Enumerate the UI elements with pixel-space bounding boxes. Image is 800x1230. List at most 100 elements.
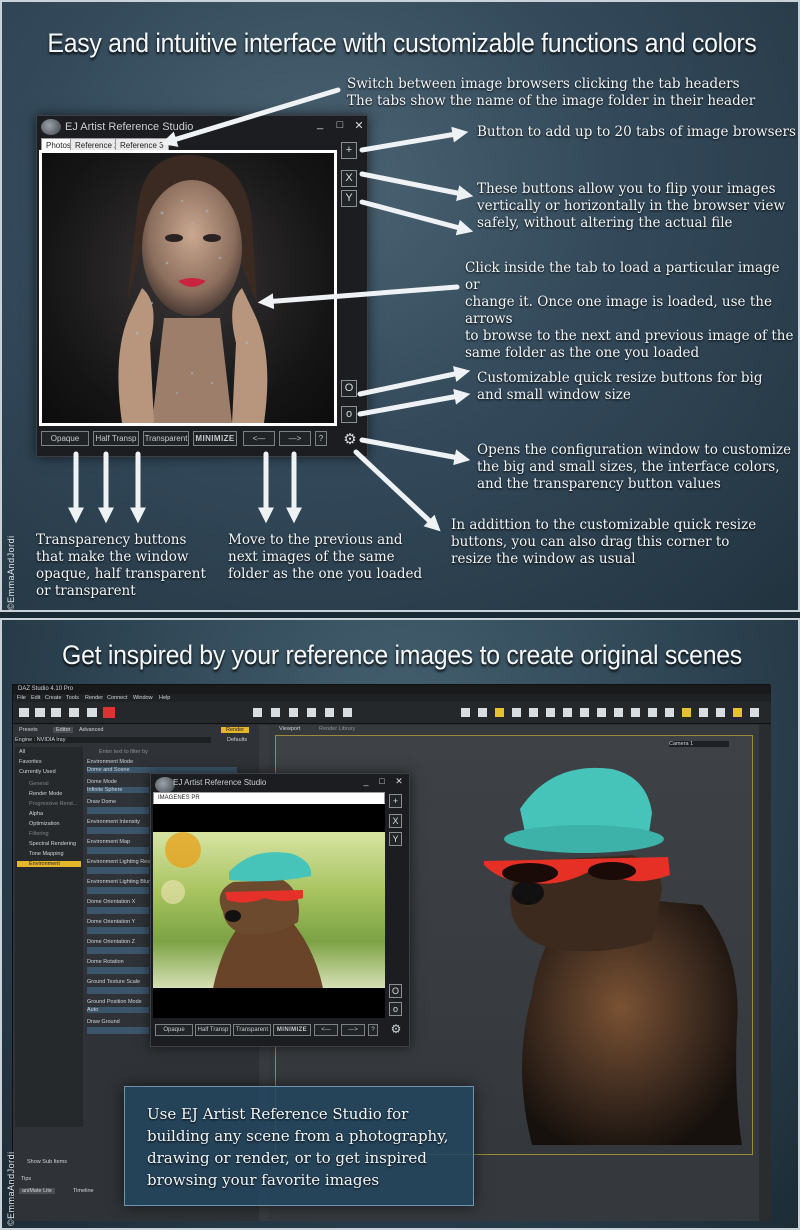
param-draw-ground: Draw Ground bbox=[87, 1019, 120, 1025]
category-optimization[interactable]: Optimization bbox=[29, 821, 60, 827]
tab-presets[interactable]: Presets bbox=[19, 727, 38, 733]
ej-window-overlay[interactable]: EJ Artist Reference Studio _ □ ✕ IMAGENE… bbox=[150, 773, 410, 1047]
env-intensity-slider[interactable] bbox=[87, 827, 149, 834]
category-environment[interactable]: Environment bbox=[17, 861, 81, 867]
previous-image-button-2[interactable]: <— bbox=[314, 1024, 338, 1036]
image-view-2[interactable] bbox=[153, 804, 385, 1018]
filter-input[interactable]: Enter text to filter by bbox=[99, 749, 249, 755]
flip-vertical-button-2[interactable]: X bbox=[389, 814, 402, 828]
menu-render[interactable]: Render bbox=[85, 695, 103, 701]
param-dome-orient-x: Dome Orientation X bbox=[87, 899, 136, 905]
tips-tab[interactable]: Tips bbox=[21, 1176, 31, 1182]
opaque-button-2[interactable]: Opaque bbox=[155, 1024, 193, 1036]
maximize-icon-2[interactable]: □ bbox=[375, 776, 389, 786]
daz-titlebar bbox=[13, 685, 771, 694]
render-button[interactable]: Render bbox=[221, 727, 250, 733]
param-dome-mode: Dome Mode bbox=[87, 779, 117, 785]
toolbar-icons bbox=[19, 707, 759, 718]
category-favorites[interactable]: Favorites bbox=[19, 759, 42, 765]
credit-top: ©EmmaAndJordi bbox=[6, 535, 16, 610]
close-icon-2[interactable]: ✕ bbox=[392, 776, 406, 787]
camera-select[interactable]: Camera 1 bbox=[669, 741, 729, 747]
param-draw-dome: Draw Dome bbox=[87, 799, 117, 805]
menu-create[interactable]: Create bbox=[45, 695, 62, 701]
add-tab-button-2[interactable]: + bbox=[389, 794, 402, 808]
minimize-button-2[interactable]: MINIMIZE bbox=[273, 1024, 311, 1036]
settings-gear-icon-2[interactable]: ⚙ bbox=[389, 1022, 403, 1036]
transparent-button-2[interactable]: Transparent bbox=[233, 1024, 271, 1036]
tab-render-library[interactable]: Render Library bbox=[319, 726, 355, 732]
env-map-field[interactable] bbox=[87, 847, 149, 854]
info-text: Use EJ Artist Reference Studio for build… bbox=[147, 1105, 449, 1189]
draw-dome-field[interactable] bbox=[87, 807, 149, 814]
tab-timeline[interactable]: Timeline bbox=[73, 1188, 94, 1194]
tab-imagenes-pr[interactable]: IMAGENES PR bbox=[153, 792, 385, 804]
param-ground-position-mode: Ground Position Mode bbox=[87, 999, 142, 1005]
param-dome-orient-y: Dome Orientation Y bbox=[87, 919, 136, 925]
note-tabs: Switch between image browsers clicking t… bbox=[347, 76, 756, 109]
small-size-button-2[interactable]: o bbox=[389, 1002, 402, 1016]
menu-window[interactable]: Window bbox=[133, 695, 153, 701]
bottom-headline: Get inspired by your reference images to… bbox=[62, 640, 742, 670]
menu-tools[interactable]: Tools bbox=[66, 695, 79, 701]
env-lighting-blur-field[interactable] bbox=[87, 887, 149, 894]
dog-photo[interactable] bbox=[153, 832, 385, 988]
menu-connect[interactable]: Connect bbox=[107, 695, 128, 701]
note-click-load: Click inside the tab to load a particula… bbox=[465, 260, 794, 361]
category-progressive[interactable]: Progressive Rend... bbox=[29, 801, 77, 807]
daz-menubar: File Edit Create Tools Render Connect Wi… bbox=[13, 694, 771, 702]
category-currently-used[interactable]: Currently Used bbox=[19, 769, 56, 775]
category-filtering[interactable]: Filtering bbox=[29, 831, 49, 837]
note-transparency: Transparency buttons that make the windo… bbox=[36, 532, 206, 599]
param-dome-rotation: Dome Rotation bbox=[87, 959, 124, 965]
defaults-button[interactable]: Defaults bbox=[227, 737, 247, 743]
category-render-mode[interactable]: Render Mode bbox=[29, 791, 62, 797]
menu-edit[interactable]: Edit bbox=[31, 695, 40, 701]
param-environment-mode: Environment Mode bbox=[87, 759, 134, 765]
param-env-lighting-res: Environment Lighting Resol... bbox=[87, 859, 159, 865]
dog-render-illustration bbox=[484, 767, 742, 1145]
dome-rotation-slider[interactable] bbox=[87, 967, 149, 974]
daz-title: DAZ Studio 4.10 Pro bbox=[18, 686, 74, 692]
category-all[interactable]: All bbox=[19, 749, 25, 755]
category-tone-mapping[interactable]: Tone Mapping bbox=[29, 851, 64, 857]
big-size-button-2[interactable]: O bbox=[389, 984, 402, 998]
param-env-map: Environment Map bbox=[87, 839, 131, 845]
menu-file[interactable]: File bbox=[17, 695, 26, 701]
show-sub-items-checkbox[interactable]: Show Sub Items bbox=[27, 1159, 67, 1165]
dome-orient-x-slider[interactable] bbox=[87, 907, 149, 914]
menu-help[interactable]: Help bbox=[159, 695, 170, 701]
app-logo-icon-2 bbox=[155, 777, 175, 793]
category-list: All Favorites Currently Used General Ren… bbox=[15, 747, 83, 1127]
param-dome-orient-z: Dome Orientation Z bbox=[87, 939, 135, 945]
dome-mode-select[interactable]: Infinite Sphere bbox=[87, 787, 149, 793]
tab-animate-lite[interactable]: aniMate Lite bbox=[19, 1188, 55, 1194]
dog-photo-illustration bbox=[161, 832, 323, 988]
note-flip: These buttons allow you to flip your ima… bbox=[477, 181, 786, 231]
category-alpha[interactable]: Alpha bbox=[29, 811, 43, 817]
top-panel: Easy and intuitive interface with custom… bbox=[0, 0, 800, 612]
note-drag-corner: In addittion to the customizable quick r… bbox=[451, 517, 757, 567]
ground-position-select[interactable]: Auto bbox=[87, 1007, 149, 1013]
tab-advanced[interactable]: Advanced bbox=[79, 727, 103, 733]
half-transparent-button-2[interactable]: Half Transp bbox=[195, 1024, 231, 1036]
next-image-button-2[interactable]: —> bbox=[341, 1024, 365, 1036]
draw-ground-field[interactable] bbox=[87, 1027, 149, 1034]
note-add-tab: Button to add up to 20 tabs of image bro… bbox=[477, 124, 796, 140]
category-general[interactable]: General bbox=[29, 781, 49, 787]
dome-orient-y-slider[interactable] bbox=[87, 927, 149, 934]
param-env-lighting-blur: Environment Lighting Blur bbox=[87, 879, 150, 885]
bottom-panel: Get inspired by your reference images to… bbox=[0, 618, 800, 1230]
minimize-icon-2[interactable]: _ bbox=[359, 776, 373, 786]
note-config: Opens the configuration window to custom… bbox=[477, 442, 792, 492]
param-ground-texture-scale: Ground Texture Scale bbox=[87, 979, 141, 985]
engine-select[interactable]: Engine : NVIDIA Iray bbox=[15, 737, 211, 743]
dome-orient-z-slider[interactable] bbox=[87, 947, 149, 954]
flip-horizontal-button-2[interactable]: Y bbox=[389, 832, 402, 846]
category-spectral[interactable]: Spectral Rendering bbox=[29, 841, 76, 847]
tab-editor[interactable]: Editor bbox=[53, 727, 74, 733]
env-lighting-res-field[interactable] bbox=[87, 867, 149, 874]
tab-viewport[interactable]: Viewport bbox=[279, 726, 300, 732]
help-button-2[interactable]: ? bbox=[368, 1024, 378, 1036]
ground-texture-scale-slider[interactable] bbox=[87, 987, 149, 994]
